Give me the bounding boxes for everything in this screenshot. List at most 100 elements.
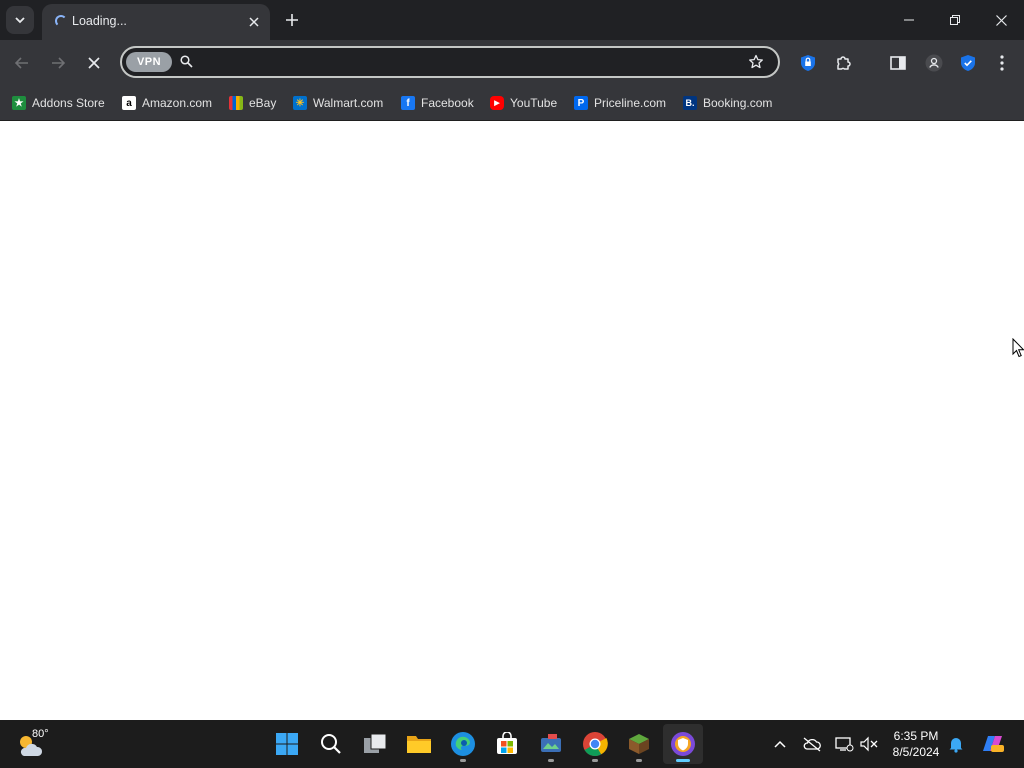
show-hidden-icons-button[interactable]	[768, 732, 792, 756]
onedrive-status-button[interactable]	[800, 732, 824, 756]
search-icon	[321, 734, 341, 754]
browser-toolbar: VPN	[0, 40, 1024, 86]
vpn-badge[interactable]: VPN	[126, 52, 172, 72]
notifications-button[interactable]	[944, 732, 968, 756]
puzzle-icon	[837, 56, 851, 70]
edge-icon	[451, 732, 475, 756]
extensions-button[interactable]	[831, 50, 857, 76]
bookmark-label: eBay	[249, 96, 277, 110]
more-vertical-icon	[1000, 55, 1004, 71]
minecraft-button[interactable]	[619, 724, 659, 764]
browser-button-active[interactable]	[663, 724, 703, 764]
chevron-up-icon	[774, 740, 786, 748]
start-button[interactable]	[267, 724, 307, 764]
bookmark-walmart[interactable]: ✳ Walmart.com	[293, 92, 383, 114]
bookmark-youtube[interactable]: ▶ YouTube	[490, 92, 557, 114]
profile-icon	[925, 54, 943, 72]
tab-close-button[interactable]	[244, 12, 264, 32]
bookmark-amazon[interactable]: a Amazon.com	[122, 92, 212, 114]
minimize-button[interactable]	[886, 0, 932, 40]
app-window-icon	[541, 734, 561, 752]
ebay-icon	[229, 96, 243, 110]
bookmark-label: Priceline.com	[594, 96, 667, 110]
task-view-icon	[364, 733, 387, 753]
stop-loading-button[interactable]	[80, 49, 108, 77]
bell-icon	[949, 738, 963, 753]
close-icon	[995, 14, 1007, 26]
weather-temp: 80°	[32, 728, 49, 740]
loading-spinner-icon	[55, 15, 67, 27]
address-bar[interactable]: VPN	[120, 46, 780, 78]
lock-shield-icon	[801, 55, 815, 71]
speaker-muted-icon	[860, 736, 878, 752]
volume-button[interactable]	[857, 732, 881, 756]
copilot-button[interactable]	[980, 732, 1004, 756]
running-indicator	[676, 759, 690, 762]
vpn-label: VPN	[136, 56, 162, 68]
clock-date: 8/5/2024	[892, 745, 940, 759]
password-manager-extension[interactable]	[795, 50, 821, 76]
close-window-button[interactable]	[978, 0, 1024, 40]
taskbar-search-button[interactable]	[311, 724, 351, 764]
bookmarks-bar: ★ Addons Store a Amazon.com eBay ✳ Walma…	[0, 86, 1024, 121]
weather-widget[interactable]: 80°	[14, 728, 54, 760]
bookmark-ebay[interactable]: eBay	[229, 92, 276, 114]
network-status-button[interactable]	[832, 732, 856, 756]
running-indicator	[460, 759, 466, 762]
clock-time: 6:35 PM	[893, 729, 939, 743]
restore-button[interactable]	[932, 0, 978, 40]
new-tab-button[interactable]	[280, 8, 304, 32]
copilot-icon	[983, 736, 1004, 752]
file-explorer-button[interactable]	[399, 724, 439, 764]
tab-search-button[interactable]	[6, 6, 34, 34]
network-icon	[835, 737, 854, 752]
restore-icon	[950, 15, 960, 25]
tab-active[interactable]: Loading...	[42, 4, 270, 40]
windows-icon	[276, 733, 298, 755]
close-icon	[249, 17, 259, 27]
bookmark-label: Amazon.com	[142, 96, 213, 110]
bookmark-addons-store[interactable]: ★ Addons Store	[12, 92, 105, 114]
app-button[interactable]	[531, 724, 571, 764]
facebook-icon: f	[401, 96, 415, 110]
bookmark-label: YouTube	[510, 96, 558, 110]
running-indicator	[636, 759, 642, 762]
running-indicator	[548, 759, 554, 762]
forward-button[interactable]	[44, 49, 72, 77]
walmart-icon: ✳	[293, 96, 307, 110]
mouse-cursor-icon	[1012, 338, 1024, 358]
search-icon	[180, 55, 193, 68]
side-panel-button[interactable]	[885, 50, 911, 76]
bookmark-facebook[interactable]: f Facebook	[401, 92, 474, 114]
tab-strip: Loading...	[0, 0, 1024, 40]
bookmark-label: Addons Store	[32, 96, 105, 110]
priceline-icon: P	[574, 96, 588, 110]
bookmark-label: Facebook	[421, 96, 474, 110]
tab-title: Loading...	[72, 14, 127, 28]
system-clock[interactable]: 6:35 PM 8/5/2024	[884, 728, 948, 760]
back-button[interactable]	[8, 49, 36, 77]
arrow-right-icon	[52, 57, 66, 69]
store-icon	[497, 732, 517, 754]
cloud-off-icon	[803, 737, 821, 752]
task-view-button[interactable]	[355, 724, 395, 764]
security-extension[interactable]	[955, 50, 981, 76]
folder-icon	[407, 736, 431, 753]
chrome-button[interactable]	[575, 724, 615, 764]
page-content	[0, 121, 1024, 720]
browser-menu-button[interactable]	[989, 50, 1015, 76]
edge-button[interactable]	[443, 724, 483, 764]
bookmark-priceline[interactable]: P Priceline.com	[574, 92, 666, 114]
bookmark-star-icon[interactable]	[748, 54, 764, 70]
profile-button[interactable]	[921, 50, 947, 76]
running-indicator	[592, 759, 598, 762]
browser-shield-icon	[671, 732, 695, 756]
shield-check-icon	[961, 55, 975, 71]
bookmark-booking[interactable]: B. Booking.com	[683, 92, 772, 114]
bookmark-label: Booking.com	[703, 96, 773, 110]
microsoft-store-button[interactable]	[487, 724, 527, 764]
chrome-icon	[583, 732, 608, 757]
address-input[interactable]	[202, 50, 726, 76]
amazon-icon: a	[122, 96, 136, 110]
plus-icon	[286, 14, 298, 26]
